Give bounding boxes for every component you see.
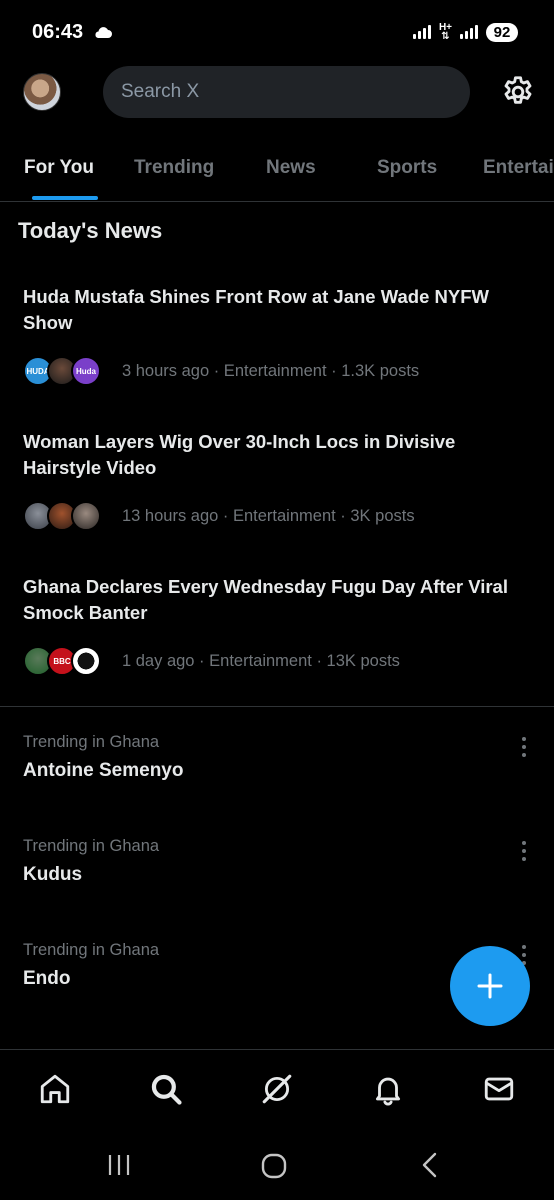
grok-icon[interactable] xyxy=(260,1072,294,1106)
bottom-navigation xyxy=(0,1049,554,1130)
section-title: Today's News xyxy=(18,218,163,243)
search-input[interactable]: Search X xyxy=(103,66,470,118)
news-meta: 3 hours ago · Entertainment · 1.3K posts xyxy=(122,361,420,380)
home-button-icon[interactable] xyxy=(260,1152,288,1180)
recent-apps-icon[interactable] xyxy=(106,1152,132,1178)
section-divider xyxy=(0,706,554,707)
avatar xyxy=(71,501,101,531)
compose-post-button[interactable] xyxy=(450,946,530,1026)
avatar xyxy=(71,646,101,676)
profile-avatar[interactable] xyxy=(23,73,61,111)
home-icon[interactable] xyxy=(38,1072,72,1106)
tab-news[interactable]: News xyxy=(266,140,316,201)
news-avatars xyxy=(23,501,122,531)
trend-context: Trending in Ghana xyxy=(23,837,160,855)
tab-for-you[interactable]: For You xyxy=(24,140,94,201)
trend-context: Trending in Ghana xyxy=(23,733,160,751)
news-avatars: BBC xyxy=(23,646,122,676)
notifications-icon[interactable] xyxy=(371,1072,405,1106)
news-item[interactable]: Ghana Declares Every Wednesday Fugu Day … xyxy=(23,574,538,678)
tab-sports[interactable]: Sports xyxy=(377,140,437,201)
cell-signal-icon xyxy=(460,25,478,39)
wifi-signal-icon xyxy=(412,25,431,39)
more-options-icon[interactable] xyxy=(522,841,526,861)
trend-name: Antoine Semenyo xyxy=(23,760,184,781)
trend-name: Kudus xyxy=(23,864,83,885)
news-headline: Ghana Declares Every Wednesday Fugu Day … xyxy=(23,576,508,623)
news-headline: Woman Layers Wig Over 30-Inch Locs in Di… xyxy=(23,431,456,478)
trend-item[interactable]: Trending in Ghana Antoine Semenyo xyxy=(23,733,538,782)
cloud-icon xyxy=(95,27,113,38)
news-avatars: HUDA Huda xyxy=(23,356,122,386)
news-headline: Huda Mustafa Shines Front Row at Jane Wa… xyxy=(23,286,489,333)
tab-trending[interactable]: Trending xyxy=(134,140,214,201)
news-item[interactable]: Huda Mustafa Shines Front Row at Jane Wa… xyxy=(23,284,538,388)
network-type: H+ ⇅ xyxy=(438,22,452,42)
settings-gear-icon[interactable] xyxy=(500,74,536,110)
trend-item[interactable]: Trending in Ghana Kudus xyxy=(23,837,538,886)
system-navigation xyxy=(0,1130,554,1200)
search-icon[interactable] xyxy=(149,1072,183,1106)
search-placeholder: Search X xyxy=(121,81,200,102)
news-item[interactable]: Woman Layers Wig Over 30-Inch Locs in Di… xyxy=(23,429,538,533)
news-meta: 1 day ago · Entertainment · 13K posts xyxy=(122,651,400,670)
plus-icon xyxy=(477,973,503,999)
back-icon[interactable] xyxy=(418,1152,442,1178)
status-time: 06:43 xyxy=(32,20,84,43)
more-options-icon[interactable] xyxy=(522,737,526,757)
active-tab-indicator xyxy=(32,196,98,200)
explore-tabs: For You Trending News Sports Entertai xyxy=(0,140,554,202)
status-bar: 06:43 H+ ⇅ 92 xyxy=(0,0,554,64)
avatar: Huda xyxy=(71,356,101,386)
top-header: Search X xyxy=(0,64,554,120)
tab-entertainment[interactable]: Entertai xyxy=(483,140,554,201)
news-meta: 13 hours ago · Entertainment · 3K posts xyxy=(122,506,415,525)
battery-indicator: 92 xyxy=(486,22,518,42)
messages-icon[interactable] xyxy=(482,1072,516,1106)
